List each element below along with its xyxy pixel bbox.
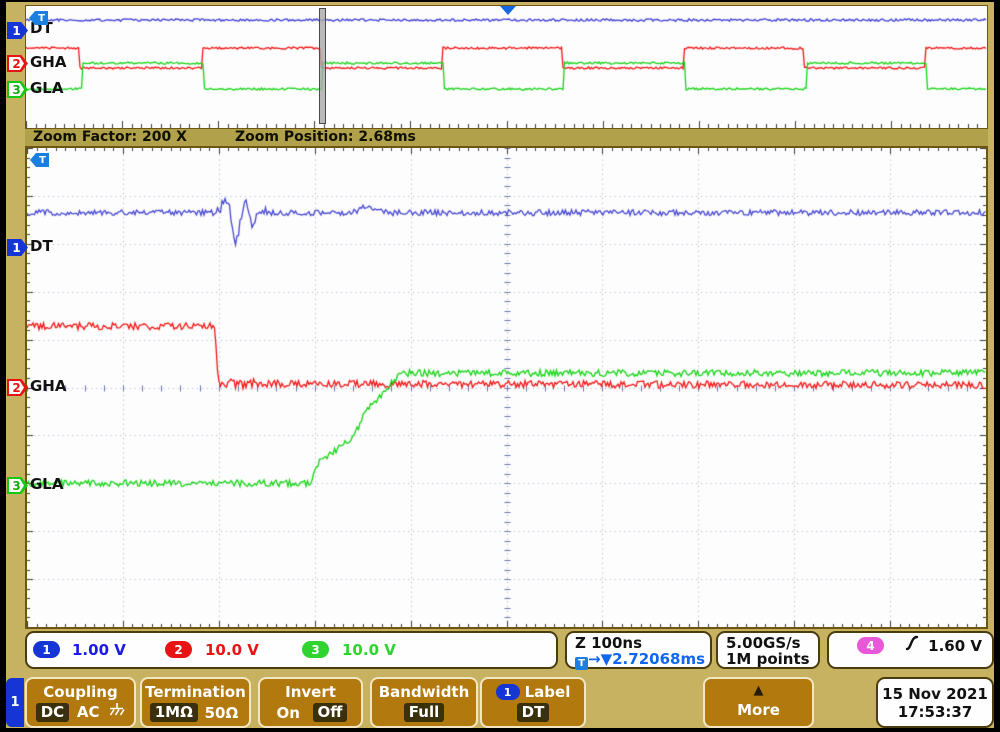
invert-button[interactable]: Invert On Off	[258, 677, 363, 728]
trigger-time-line: T→▼2.72068ms	[575, 650, 705, 670]
time-text: 17:53:37	[898, 703, 973, 721]
zoom-position-label: Zoom Position: 2.68ms	[235, 129, 416, 146]
bandwidth-button[interactable]: Bandwidth Full	[370, 677, 478, 728]
horizontal-readout[interactable]: Z 100ns T→▼2.72068ms	[565, 631, 712, 669]
invert-title: Invert	[285, 683, 336, 701]
menu-channel-tab[interactable]: 1	[6, 678, 24, 727]
trigger-position-marker[interactable]	[500, 6, 516, 15]
termination-title: Termination	[145, 683, 246, 701]
zoom-waveform-canvas	[27, 148, 986, 627]
coupling-dc-option[interactable]: DC	[36, 703, 69, 722]
acquisition-readout[interactable]: 5.00GS/s 1M points	[716, 631, 820, 669]
overview-plot: T	[25, 5, 988, 129]
more-title: More	[737, 701, 780, 719]
trigger-t-icon: T	[575, 657, 588, 670]
ch3-readout-badge: 3	[302, 641, 329, 658]
label-title: Label	[525, 683, 571, 701]
coupling-ac-option[interactable]: AC	[74, 703, 103, 721]
termination-1m-option[interactable]: 1MΩ	[150, 703, 198, 722]
more-button[interactable]: ▲ More	[703, 677, 814, 728]
invert-on-option[interactable]: On	[274, 704, 303, 722]
datetime-display: 15 Nov 2021 17:53:37	[876, 677, 994, 728]
coupling-button[interactable]: Coupling DC AC	[25, 677, 136, 728]
trigger-flag-letter: T	[35, 11, 48, 25]
label-header: 1 Label	[496, 683, 571, 701]
ch2-readout-badge: 2	[165, 641, 192, 658]
zoom-info-bar: Zoom Factor: 200 X Zoom Position: 2.68ms	[25, 129, 988, 146]
trigger-time-value: 2.72068ms	[612, 650, 705, 668]
trigger-level-flag[interactable]: T	[29, 11, 48, 25]
channel-scales-readout[interactable]: 1 1.00 V 2 10.0 V 3 10.0 V	[25, 631, 558, 669]
bandwidth-title: Bandwidth	[379, 683, 470, 701]
overview-ch3-label: GLA	[30, 79, 63, 97]
marker-icon: ▼	[601, 650, 613, 668]
ch3-scale: 10.0 V	[342, 641, 396, 659]
arrow-icon: →	[588, 650, 601, 668]
invert-off-option[interactable]: Off	[313, 703, 348, 722]
label-button[interactable]: 1 Label DT	[480, 677, 586, 728]
main-trigger-flag[interactable]: T	[30, 153, 49, 167]
label-value[interactable]: DT	[517, 703, 550, 722]
date-text: 15 Nov 2021	[882, 685, 988, 703]
coupling-title: Coupling	[43, 683, 117, 701]
ch2-scale: 10.0 V	[205, 641, 259, 659]
main-ch2-label: GHA	[30, 377, 66, 395]
ch1-readout-badge: 1	[33, 641, 60, 658]
oscilloscope-screen: T 1 DT 2 GHA 3 GLA Zoom Factor: 200 X Zo…	[0, 0, 1000, 732]
coupling-ground-icon[interactable]	[107, 702, 125, 722]
trigger-slope-icon	[905, 635, 919, 655]
overview-waveform-canvas	[26, 6, 987, 128]
ch1-scale: 1.00 V	[72, 641, 126, 659]
more-up-arrow-icon: ▲	[754, 686, 764, 696]
termination-button[interactable]: Termination 1MΩ 50Ω	[140, 677, 251, 728]
main-trigger-flag-letter: T	[36, 153, 49, 167]
main-ch1-label: DT	[30, 237, 53, 255]
zoom-plot: T	[25, 146, 988, 629]
zoom-window-marker[interactable]	[319, 8, 326, 124]
trigger-readout[interactable]: 4 1.60 V	[827, 631, 994, 669]
trigger-level: 1.60 V	[928, 637, 982, 655]
label-channel-badge: 1	[496, 684, 520, 700]
scope-panel: T 1 DT 2 GHA 3 GLA Zoom Factor: 200 X Zo…	[6, 2, 994, 728]
overview-ch2-label: GHA	[30, 53, 66, 71]
trigger-source-badge: 4	[857, 637, 884, 654]
record-length: 1M points	[726, 650, 810, 668]
zoom-factor-label: Zoom Factor: 200 X	[33, 129, 187, 146]
bandwidth-value[interactable]: Full	[404, 703, 444, 722]
termination-50-option[interactable]: 50Ω	[202, 704, 242, 722]
main-ch3-label: GLA	[30, 475, 63, 493]
